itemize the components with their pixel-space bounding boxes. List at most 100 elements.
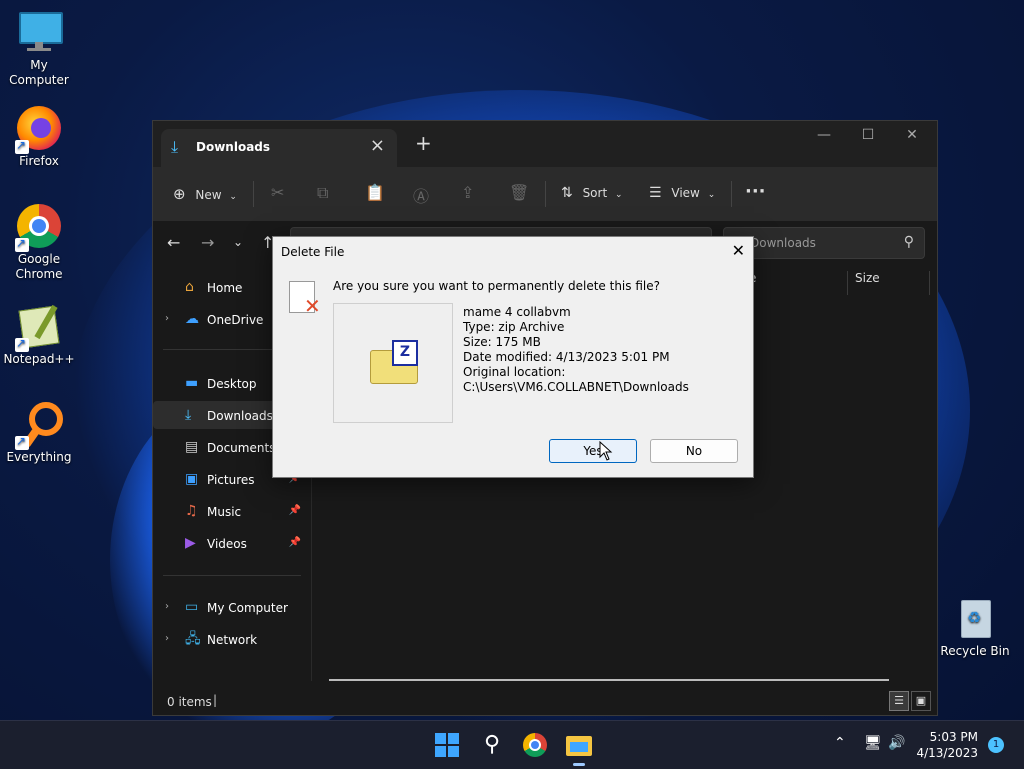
monitor-icon [17,10,63,54]
chevron-down-icon: ⌄ [615,190,623,200]
minimize-icon[interactable]: — [809,127,839,143]
network-icon: 🖧 [185,631,201,647]
share-icon[interactable]: ⇪ [461,183,474,202]
file-size: Size: 175 MB [463,335,541,349]
monitor-icon: ▭ [185,599,199,615]
sort-button[interactable]: ⇅ Sort ⌄ [561,185,623,201]
paste-icon[interactable]: 📋 [365,183,385,202]
toolbar-separator [545,181,546,207]
shortcut-arrow-icon [15,138,29,154]
file-name: mame 4 collabvm [463,305,571,319]
view-button-label: View [671,186,700,200]
delete-file-icon: ✕ [289,281,321,316]
forward-icon[interactable]: → [201,233,214,252]
recent-locations-icon[interactable]: ⌄ [233,235,243,249]
chevron-right-icon[interactable]: › [165,313,169,324]
desktop-icon-label: Everything [6,450,72,464]
toolbar-separator [253,181,254,207]
copy-icon[interactable]: ⧉ [317,183,328,203]
status-bar: 0 items | ☰ ▣ [153,687,937,715]
sidebar-separator [163,575,301,576]
notepad-plus-plus-icon [15,304,61,352]
volume-icon[interactable]: 🔊 [888,735,905,751]
close-dialog-icon[interactable]: ✕ [732,241,745,260]
sidebar-item-music[interactable]: ♫ Music 📌 [153,497,301,525]
time: 5:03 PM [929,730,978,744]
download-icon: ⤓ [171,137,179,156]
maximize-icon[interactable]: ☐ [853,127,883,143]
desktop-icon-label: Notepad++ [3,352,75,366]
desktop-icon-firefox[interactable]: Firefox [0,106,78,169]
sort-icon: ⇅ [561,185,573,201]
search-icon[interactable]: ⚲ [478,731,506,759]
sidebar-item-videos[interactable]: ▶ Videos 📌 [153,529,301,557]
desktop-icon-my-computer[interactable]: My Computer [0,10,78,88]
search-icon: ⚲ [903,234,914,250]
delete-file-dialog: Delete File ✕ ✕ Are you sure you want to… [272,236,754,478]
sidebar-item-my-computer[interactable]: › ▭ My Computer [153,593,301,621]
new-tab-icon[interactable]: + [415,131,432,155]
cut-icon[interactable]: ✂ [271,183,284,202]
pin-icon: 📌 [288,505,301,516]
close-tab-icon[interactable]: × [370,135,385,156]
document-icon: ▤ [185,439,199,455]
file-date-modified: Date modified: 4/13/2023 5:01 PM [463,350,670,364]
tab-title: Downloads [196,140,271,154]
clock[interactable]: 5:03 PM 4/13/2023 [916,729,978,761]
column-header-size[interactable]: Size [855,271,880,285]
yes-button[interactable]: Yes [549,439,637,463]
column-separator[interactable] [929,271,930,295]
desktop-icon-everything[interactable]: Everything [0,402,78,465]
sidebar-item-label: My Computer [207,601,288,615]
desktop-icon-recycle-bin[interactable]: ♻ Recycle Bin [936,596,1014,659]
back-icon[interactable]: ← [167,233,180,252]
view-icon: ☰ [649,185,662,201]
view-button[interactable]: ☰ View ⌄ [649,185,715,201]
original-location-path: C:\Users\VM6.COLLABNET\Downloads [463,380,689,394]
file-info: mame 4 collabvm Type: zip Archive Size: … [463,305,689,395]
chevron-right-icon[interactable]: › [165,633,169,644]
tab-downloads[interactable]: ⤓ Downloads × [161,129,397,167]
no-button[interactable]: No [650,439,738,463]
mouse-cursor-icon [599,441,613,461]
more-options-icon[interactable]: ··· [745,181,766,202]
sidebar-item-network[interactable]: › 🖧 Network [153,625,301,653]
start-windows-icon[interactable] [433,731,461,759]
confirmation-question: Are you sure you want to permanently del… [333,279,660,293]
shortcut-arrow-icon [15,336,29,352]
sidebar-item-label: Documents [207,441,276,455]
zip-archive-icon: Z [370,340,418,384]
firefox-icon [15,106,61,154]
chevron-down-icon: ⌄ [229,192,237,202]
desktop-icon-notepad-plus-plus[interactable]: Notepad++ [0,304,78,367]
column-separator[interactable] [847,271,848,295]
close-window-icon[interactable]: ✕ [897,127,927,143]
plus-circle-icon: ⊕ [173,185,186,203]
desktop-icon-google-chrome[interactable]: Google Chrome [0,204,78,282]
tiles-view-icon[interactable]: ▣ [911,691,931,711]
pin-icon: 📌 [288,537,301,548]
video-icon: ▶ [185,535,196,551]
desktop-icon-label: Recycle Bin [940,644,1010,658]
details-view-icon[interactable]: ☰ [889,691,909,711]
new-button[interactable]: ⊕ New ⌄ [173,185,237,203]
file-explorer-icon[interactable] [565,731,593,766]
recycle-bin-icon: ♻ [953,596,997,640]
delete-icon[interactable]: 🗑 [509,183,529,202]
notification-badge[interactable]: 1 [988,737,1004,753]
chevron-right-icon[interactable]: › [165,601,169,612]
show-hidden-icons-chevron-up-icon[interactable]: ⌃ [834,735,846,751]
toolbar-separator [731,181,732,207]
file-preview: Z [333,303,453,423]
rename-icon[interactable]: Ⓐ [413,183,429,207]
original-location-label: Original location: [463,365,566,379]
magnifier-icon [15,402,63,450]
horizontal-scrollbar[interactable] [329,679,889,681]
desktop-icon-label: Firefox [19,154,59,168]
network-icon[interactable]: 🖥 [864,735,882,751]
music-icon: ♫ [185,503,198,519]
sidebar-item-label: Network [207,633,258,647]
chrome-icon[interactable] [521,731,549,759]
tab-bar: ⤓ Downloads × + — ☐ ✕ [153,121,937,167]
sidebar-item-label: Music [207,505,242,519]
